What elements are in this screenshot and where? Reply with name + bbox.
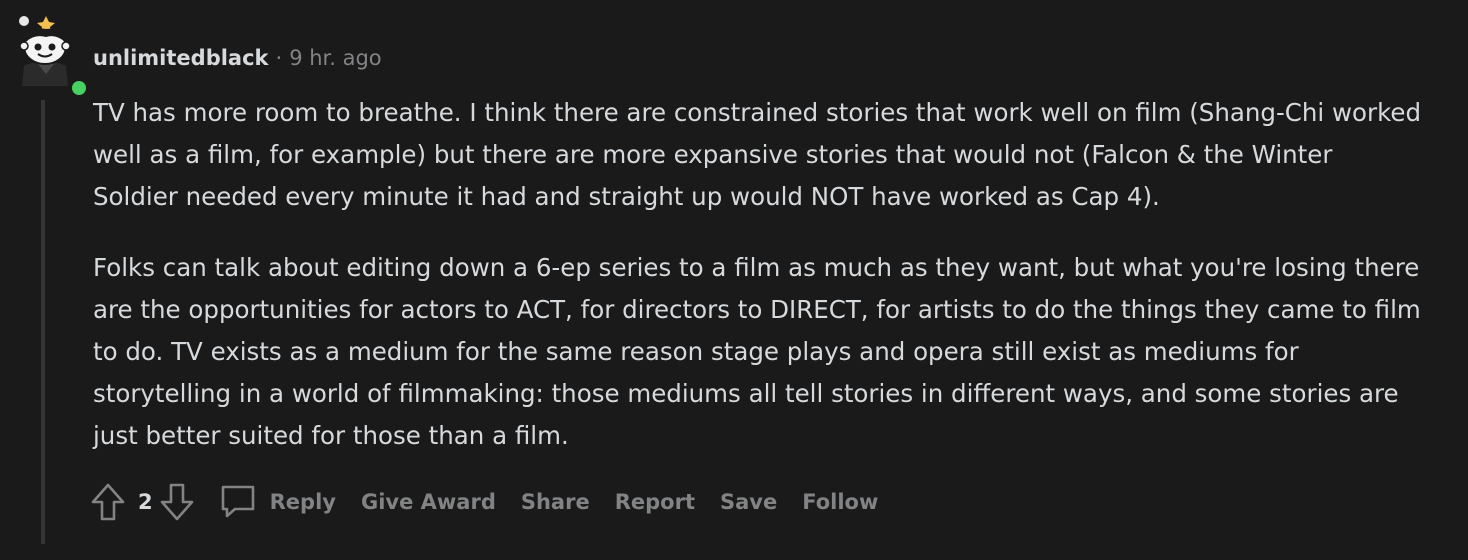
author-username[interactable]: unlimitedblack bbox=[93, 46, 269, 70]
comment-paragraph: TV has more room to breathe. I think the… bbox=[93, 98, 1422, 211]
speech-bubble-icon bbox=[221, 485, 254, 518]
share-button[interactable]: Share bbox=[521, 490, 590, 514]
comment-meta: unlimitedblack · 9 hr. ago bbox=[93, 42, 382, 74]
upvote-button[interactable] bbox=[88, 480, 128, 524]
vote-score: 2 bbox=[138, 490, 153, 514]
save-button[interactable]: Save bbox=[720, 490, 777, 514]
upvote-arrow-icon bbox=[91, 483, 125, 521]
report-button[interactable]: Report bbox=[615, 490, 695, 514]
thread-collapse-line[interactable] bbox=[41, 100, 45, 544]
comment: unlimitedblack · 9 hr. ago TV has more r… bbox=[0, 0, 1468, 560]
reply-label: Reply bbox=[269, 490, 336, 514]
comment-action-bar: 2 Reply Give Award Share Report Save Fol… bbox=[88, 480, 878, 524]
downvote-button[interactable] bbox=[157, 480, 197, 524]
avatar[interactable] bbox=[16, 14, 89, 98]
online-status-indicator bbox=[69, 78, 89, 98]
follow-button[interactable]: Follow bbox=[802, 490, 878, 514]
meta-separator: · bbox=[275, 46, 283, 70]
comment-body: TV has more room to breathe. I think the… bbox=[93, 92, 1423, 486]
give-award-button[interactable]: Give Award bbox=[361, 490, 496, 514]
comment-paragraph: Folks can talk about editing down a 6-ep… bbox=[93, 253, 1421, 450]
downvote-arrow-icon bbox=[160, 483, 193, 521]
reply-button[interactable]: Reply bbox=[219, 483, 336, 521]
comment-timestamp[interactable]: 9 hr. ago bbox=[289, 46, 381, 70]
snoo-avatar-icon bbox=[19, 16, 71, 86]
